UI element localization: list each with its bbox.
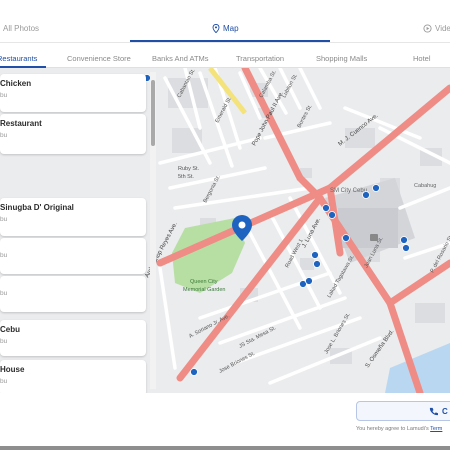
place-card[interactable]: Restaurant bu [0, 114, 146, 154]
top-bar [0, 0, 450, 20]
mall-icon [370, 234, 378, 241]
place-card[interactable]: bu [0, 238, 146, 274]
tab-all-photos-label: All Photos [3, 24, 40, 33]
place-area: bu [0, 378, 8, 385]
street-label-5th: 5th St. [178, 174, 194, 180]
map-marker[interactable] [362, 191, 370, 199]
category-shopping-malls[interactable]: Shopping Malls [316, 54, 367, 63]
map-marker[interactable] [313, 260, 321, 268]
category-banks-atms[interactable]: Banks And ATMs [152, 54, 209, 63]
places-scrollbar-thumb[interactable] [151, 80, 155, 146]
place-card[interactable]: Cebu bu [0, 320, 146, 356]
place-name: Restaurant [0, 119, 42, 128]
category-hotel[interactable]: Hotel [413, 54, 431, 63]
category-tabs: Restaurants Convenience Store Banks And … [0, 48, 450, 68]
place-name: House [0, 365, 25, 374]
map-marker[interactable] [328, 211, 336, 219]
map-marker[interactable] [305, 277, 313, 285]
place-name: Sinugba D' Original [0, 203, 74, 212]
places-panel: Chicken bu Restaurant bu Sinugba D' Orig… [0, 68, 160, 396]
place-area: bu [0, 132, 8, 139]
page-frame: All Photos Map Video Restaurants Conveni… [0, 0, 450, 446]
agreement-text: You hereby agree to Lamudi's Term [356, 426, 442, 432]
tab-video-label: Video [435, 24, 450, 33]
place-area: bu [0, 338, 8, 345]
map-marker[interactable] [342, 234, 350, 242]
map-marker[interactable] [400, 236, 408, 244]
agreement-label: You hereby agree to Lamudi's [356, 426, 429, 432]
place-card[interactable]: bu [0, 276, 146, 312]
map-marker[interactable] [402, 244, 410, 252]
call-button-label: C [442, 406, 448, 416]
place-card[interactable]: Chicken bu [0, 74, 146, 112]
place-area: bu [0, 252, 8, 259]
phone-icon [429, 407, 438, 415]
place-area: bu [0, 216, 8, 223]
tab-video[interactable]: Video [423, 24, 450, 33]
place-area: bu [0, 290, 8, 297]
tab-map-underline [130, 40, 330, 42]
place-name: Chicken [0, 79, 32, 88]
map-marker[interactable] [190, 368, 198, 376]
tab-map-label: Map [223, 24, 239, 33]
place-area: bu [0, 92, 8, 99]
place-name: Cebu [0, 325, 20, 334]
play-circle-icon [423, 24, 432, 33]
map-pin-icon [212, 24, 220, 33]
street-label-ruby: Ruby St. [178, 166, 200, 172]
place-card[interactable]: Sinugba D' Original bu [0, 198, 146, 236]
place-label-sm-city: SM City Cebu [330, 188, 367, 194]
category-restaurants[interactable]: Restaurants [0, 54, 37, 63]
call-button[interactable]: C [356, 401, 450, 421]
category-transportation[interactable]: Transportation [236, 54, 284, 63]
category-convenience-store[interactable]: Convenience Store [67, 54, 131, 63]
tab-map[interactable]: Map [212, 24, 239, 33]
map-marker[interactable] [372, 184, 380, 192]
map-marker[interactable] [311, 251, 319, 259]
terms-link[interactable]: Term [430, 426, 442, 432]
place-label-cabahug: Cabahug [414, 183, 436, 189]
tab-all-photos[interactable]: All Photos [0, 24, 39, 33]
place-card[interactable]: House bu [0, 360, 146, 396]
map-marker[interactable] [322, 204, 330, 212]
bottom-edge [0, 446, 450, 450]
